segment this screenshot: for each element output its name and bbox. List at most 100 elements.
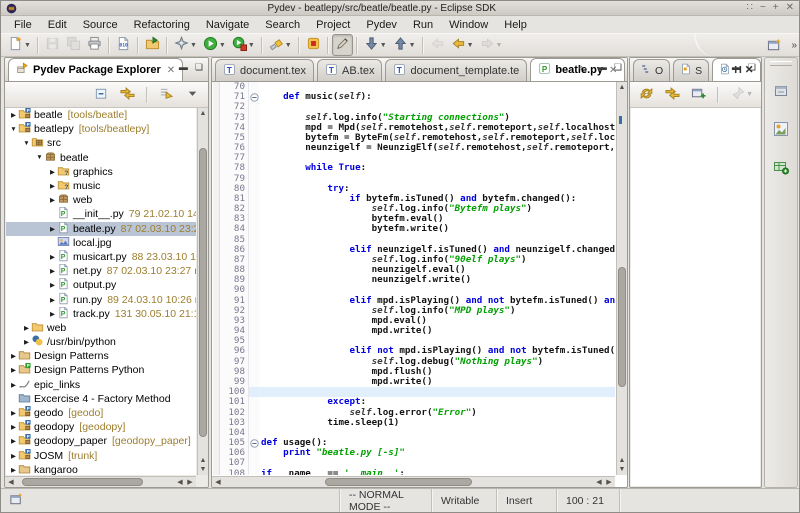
maximize-right-view-icon[interactable]: ❏ xyxy=(748,63,756,72)
code-text[interactable]: mpd = Mpd(self.remotehost,self.remotepor… xyxy=(259,123,615,133)
code-text[interactable] xyxy=(259,82,615,92)
dropdown-arrow-icon[interactable]: ▼ xyxy=(467,42,474,49)
expander-icon[interactable]: ▶ xyxy=(22,338,31,346)
tree-item-josm[interactable]: ▶PJOSM[trunk] xyxy=(6,449,196,463)
code-text[interactable]: if __name__ == '__main__': xyxy=(259,469,615,475)
dropdown-arrow-icon[interactable]: ▼ xyxy=(380,42,387,49)
code-text[interactable]: except: xyxy=(259,397,615,407)
menu-search[interactable]: Search xyxy=(257,18,308,32)
fold-collapse-icon[interactable] xyxy=(249,92,259,102)
print-button[interactable] xyxy=(84,34,105,56)
fold-collapse-icon[interactable] xyxy=(249,438,259,448)
expander-icon[interactable]: ▶ xyxy=(48,267,57,275)
menu-navigate[interactable]: Navigate xyxy=(198,18,257,32)
tree-item-geodo[interactable]: ▶Pgeodo[geodo] xyxy=(6,406,196,420)
expander-icon[interactable]: ▶ xyxy=(48,296,57,304)
sync-with-editor-button[interactable] xyxy=(156,84,177,106)
tree-item-beatle[interactable]: ▶Pbeatle[tools/beatle] xyxy=(6,108,196,122)
expander-icon[interactable]: ▶ xyxy=(9,466,18,474)
code-text[interactable]: self.log.info("Starting connections") xyxy=(259,113,615,123)
tree-item-src[interactable]: ▼src xyxy=(6,136,196,150)
close-view-icon[interactable]: ✕ xyxy=(167,65,175,76)
expander-icon[interactable]: ▼ xyxy=(35,154,44,161)
menu-run[interactable]: Run xyxy=(405,18,441,32)
code-text[interactable]: elif not mpd.isPlaying() and not bytefm.… xyxy=(259,346,615,356)
binary-file-button[interactable]: 010 xyxy=(113,34,134,56)
menu-project[interactable]: Project xyxy=(308,18,358,32)
tree-item-design-patterns-python[interactable]: ▶PDesign Patterns Python xyxy=(6,363,196,377)
editor-horizontal-scrollbar[interactable]: ◀ ◀ ▶ xyxy=(212,476,615,487)
maximize-editor-icon[interactable]: ❏ xyxy=(614,63,622,76)
tree-item-design-patterns[interactable]: ▶Design Patterns xyxy=(6,349,196,363)
fastview-1-button[interactable] xyxy=(769,80,793,104)
code-text[interactable]: time.sleep(1) xyxy=(259,418,615,428)
editor-tab-ab-tex[interactable]: TAB.tex xyxy=(317,59,382,81)
scroll-left2-icon[interactable]: ◀ xyxy=(175,477,185,487)
fastview-2-button[interactable] xyxy=(769,118,793,142)
fastview-toggle[interactable] xyxy=(1,489,29,512)
menu-help[interactable]: Help xyxy=(496,18,535,32)
previous-annotation-button[interactable]: ▼ xyxy=(390,34,419,56)
expander-icon[interactable]: ▶ xyxy=(48,310,57,318)
minimize-editor-icon[interactable]: ▬ xyxy=(598,63,607,76)
perspective-overflow[interactable]: » xyxy=(791,40,796,51)
tree-item-musicart-py[interactable]: ▶Pmusicart.py88 23.03.10 15:15 matze xyxy=(6,250,196,264)
tree-item-run-py[interactable]: ▶Prun.py89 24.03.10 10:26 matze xyxy=(6,292,196,306)
code-text[interactable]: mpd.write() xyxy=(259,377,615,387)
tree-item-epic-links[interactable]: ▶epic_links xyxy=(6,378,196,392)
tree-item-output-py[interactable]: ▶Poutput.py xyxy=(6,278,196,292)
tree-item-beatle[interactable]: ▼beatle xyxy=(6,151,196,165)
editor-tab-document-tex[interactable]: Tdocument.tex xyxy=(215,59,314,81)
tree-item-web[interactable]: ▶web xyxy=(6,321,196,335)
code-text[interactable] xyxy=(259,102,615,112)
tree-item-geodopy[interactable]: ▶Pgeodopy[geodopy] xyxy=(6,420,196,434)
code-text[interactable]: bytefm.write() xyxy=(259,224,615,234)
code-text[interactable]: self.log.error("Error") xyxy=(259,408,615,418)
right-tab-s[interactable]: S xyxy=(673,59,709,81)
tree-item-kangaroo[interactable]: ▶kangaroo xyxy=(6,463,196,475)
next-annotation-button[interactable]: ▼ xyxy=(361,34,390,56)
code-text[interactable]: def music(self): xyxy=(259,92,615,102)
tree-item-local-jpg[interactable]: local.jpg xyxy=(6,236,196,250)
menu-pydev[interactable]: Pydev xyxy=(358,18,405,32)
code-text[interactable]: neunzigelf = NeunzigElf(self.remotehost,… xyxy=(259,143,615,153)
right-tab-o[interactable]: O xyxy=(633,59,670,81)
editor-scroll-right-icon[interactable]: ▶ xyxy=(604,477,614,487)
tree-item-graphics[interactable]: ▶?graphics xyxy=(6,165,196,179)
code-editor[interactable]: 7071def music(self):7273self.log.info("S… xyxy=(213,82,615,475)
expander-icon[interactable]: ▶ xyxy=(9,423,18,431)
code-text[interactable]: bytefm = ByteFm(self.remotehost,self.rem… xyxy=(259,133,615,143)
close-icon[interactable]: ✕ xyxy=(786,3,794,13)
code-text[interactable]: mpd.write() xyxy=(259,326,615,336)
scroll-right-icon[interactable]: ▶ xyxy=(185,477,195,487)
code-text[interactable] xyxy=(259,387,615,397)
back-button[interactable]: ▼ xyxy=(448,34,477,56)
expander-icon[interactable]: ▶ xyxy=(9,352,18,360)
collapse-all-button[interactable] xyxy=(91,84,112,106)
tree-item-track-py[interactable]: ▶Ptrack.py131 30.05.10 21:16 matze xyxy=(6,307,196,321)
tree-item-net-py[interactable]: ▶Pnet.py87 02.03.10 23:27 matze xyxy=(6,264,196,278)
tree-item--init-py[interactable]: P__init__.py79 21.02.10 14:59 matze xyxy=(6,207,196,221)
expander-icon[interactable]: ▶ xyxy=(48,196,57,204)
expander-icon[interactable]: ▶ xyxy=(9,111,18,119)
expander-icon[interactable]: ▶ xyxy=(48,253,57,261)
tree-item-beatle-py[interactable]: ▶Pbeatle.py87 02.03.10 23:27 matze xyxy=(6,222,196,236)
mark-occurrences-button[interactable] xyxy=(332,34,353,56)
new-wizard-button[interactable]: ▼ xyxy=(5,34,34,56)
editor-vertical-scrollbar[interactable]: ▲ ▲ ▼ xyxy=(616,82,627,475)
editor-scroll-up-icon[interactable]: ▲ xyxy=(617,83,627,92)
editor-scroll-up2-icon[interactable]: ▲ xyxy=(617,456,627,465)
code-text[interactable]: self.log.info("90elf plays") xyxy=(259,255,615,265)
dropdown-arrow-icon[interactable]: ▼ xyxy=(190,42,197,49)
scroll-left-icon[interactable]: ◀ xyxy=(6,477,16,487)
maximize-view-icon[interactable]: ❏ xyxy=(195,63,203,72)
code-text[interactable] xyxy=(259,428,615,438)
expander-icon[interactable]: ▶ xyxy=(9,437,18,445)
menu-refactoring[interactable]: Refactoring xyxy=(126,18,198,32)
scroll-up2-icon[interactable]: ▲ xyxy=(198,456,208,465)
code-text[interactable]: self.log.info("Bytefm plays") xyxy=(259,204,615,214)
minimize-view-icon[interactable]: ▬ xyxy=(179,63,188,72)
refresh-button[interactable] xyxy=(636,84,657,106)
code-text[interactable]: neunzigelf.eval() xyxy=(259,265,615,275)
open-perspective-button[interactable] xyxy=(764,34,785,56)
